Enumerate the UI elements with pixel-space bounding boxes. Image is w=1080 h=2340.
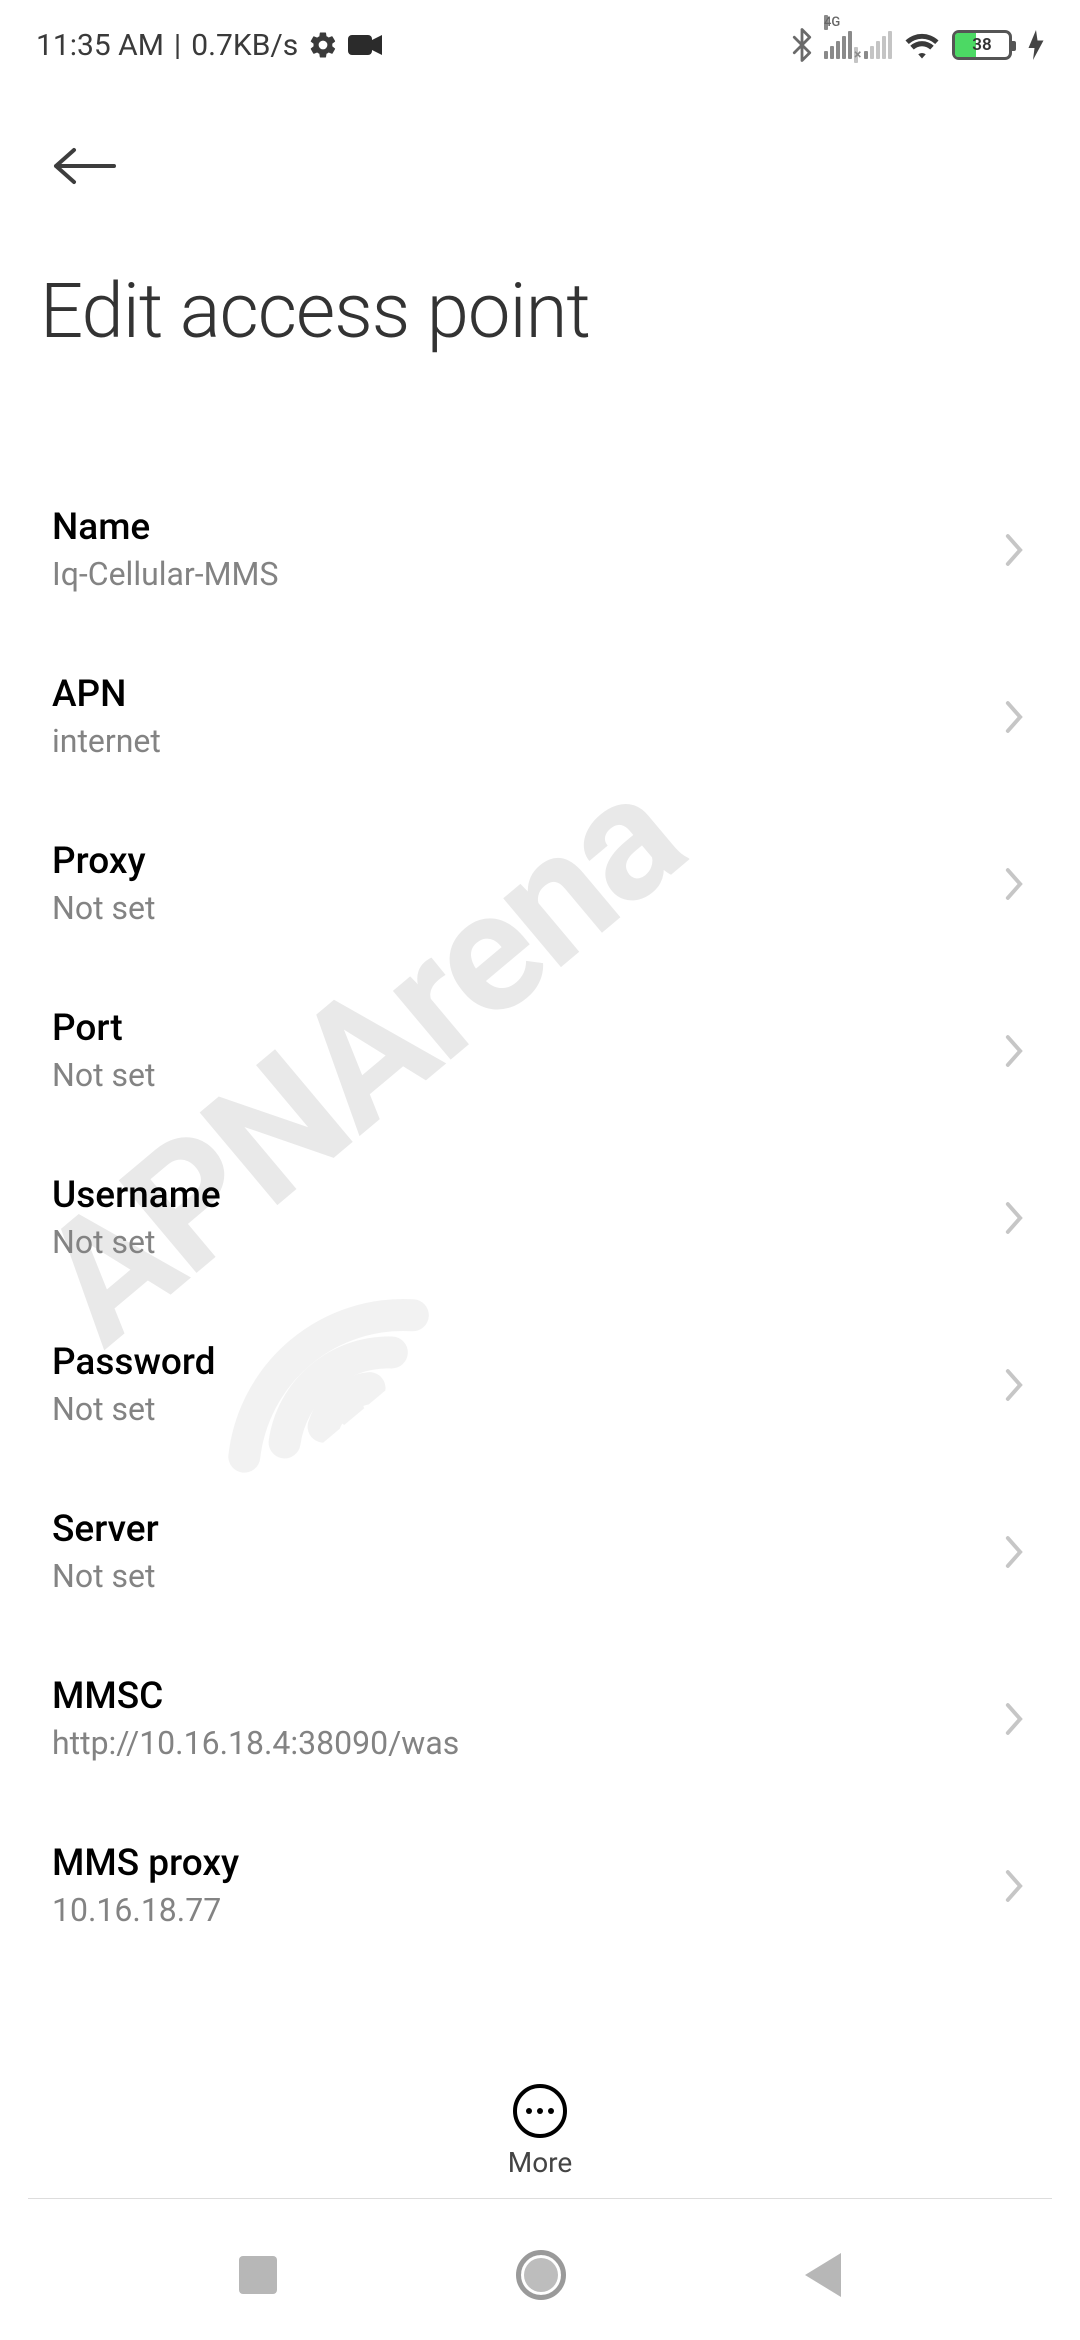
chevron-right-icon (1004, 1368, 1024, 1402)
row-label: APN (52, 673, 161, 716)
chevron-right-icon (1004, 1201, 1024, 1235)
nav-recent-button[interactable] (239, 2256, 277, 2294)
row-value: 10.16.18.77 (52, 1891, 239, 1929)
row-label: MMS proxy (52, 1842, 239, 1885)
chevron-right-icon (1004, 1869, 1024, 1903)
row-port[interactable]: Port Not set (40, 967, 1040, 1134)
row-apn[interactable]: APN internet (40, 633, 1040, 800)
row-label: Port (52, 1007, 155, 1050)
arrow-left-icon (52, 144, 116, 188)
chevron-right-icon (1004, 700, 1024, 734)
wifi-icon (904, 31, 940, 59)
settings-list: Name Iq-Cellular-MMS APN internet Proxy … (0, 466, 1080, 1969)
charging-icon (1028, 30, 1044, 60)
divider (28, 2198, 1052, 2199)
chevron-right-icon (1004, 1702, 1024, 1736)
row-name[interactable]: Name Iq-Cellular-MMS (40, 466, 1040, 633)
gear-icon (308, 30, 338, 60)
row-value: internet (52, 722, 161, 760)
row-label: Proxy (52, 840, 155, 883)
row-value: Not set (52, 1056, 155, 1094)
row-value: Not set (52, 1557, 159, 1595)
row-value: http://10.16.18.4:38090/was (52, 1724, 459, 1762)
back-button[interactable] (52, 126, 132, 206)
row-mmsc[interactable]: MMSC http://10.16.18.4:38090/was (40, 1635, 1040, 1802)
status-bar: 11:35 AM | 0.7KB/s 4G × 38 (0, 0, 1080, 90)
signal-sim2-icon: × (864, 31, 892, 59)
more-label: More (508, 2146, 573, 2179)
chevron-right-icon (1004, 1535, 1024, 1569)
page-title: Edit access point (40, 266, 1040, 356)
row-server[interactable]: Server Not set (40, 1468, 1040, 1635)
chevron-right-icon (1004, 867, 1024, 901)
status-data-rate: 0.7KB/s (191, 28, 298, 63)
chevron-right-icon (1004, 533, 1024, 567)
row-password[interactable]: Password Not set (40, 1301, 1040, 1468)
signal-4g-label: 4G (824, 15, 828, 30)
row-label: Password (52, 1341, 215, 1384)
android-nav-bar (0, 2210, 1080, 2340)
battery-percent: 38 (955, 33, 1009, 57)
bluetooth-icon (792, 28, 812, 62)
row-value: Not set (52, 1223, 221, 1261)
row-label: Server (52, 1508, 159, 1551)
row-username[interactable]: Username Not set (40, 1134, 1040, 1301)
row-proxy[interactable]: Proxy Not set (40, 800, 1040, 967)
more-icon (513, 2084, 567, 2138)
camera-icon (348, 33, 382, 57)
row-label: Name (52, 506, 278, 549)
status-time: 11:35 AM (36, 28, 164, 63)
row-mms-proxy[interactable]: MMS proxy 10.16.18.77 (40, 1802, 1040, 1969)
more-button[interactable]: More (0, 2070, 1080, 2192)
row-label: MMSC (52, 1675, 459, 1718)
row-value: Iq-Cellular-MMS (52, 555, 278, 593)
row-value: Not set (52, 889, 155, 927)
row-value: Not set (52, 1390, 215, 1428)
status-separator: | (174, 28, 181, 63)
row-label: Username (52, 1174, 221, 1217)
signal-sim1-icon: 4G (824, 31, 852, 59)
nav-back-button[interactable] (805, 2253, 841, 2297)
nav-home-button[interactable] (516, 2250, 566, 2300)
battery-icon: 38 (952, 30, 1012, 60)
chevron-right-icon (1004, 1034, 1024, 1068)
